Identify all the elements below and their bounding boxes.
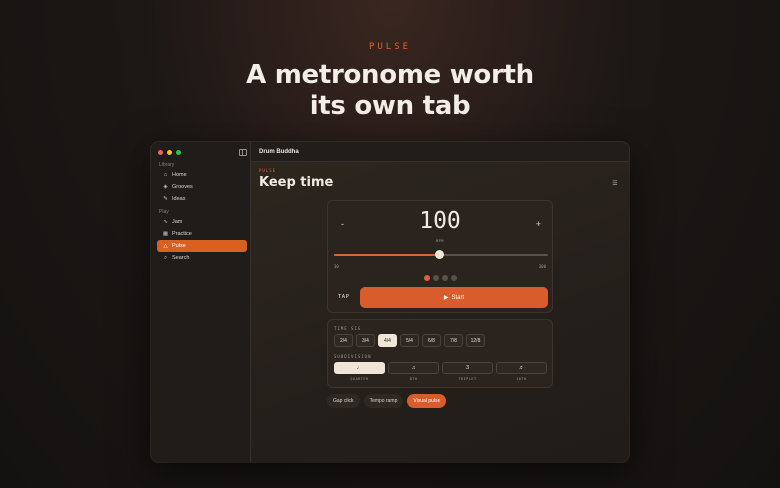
close-window-button[interactable]: [158, 150, 163, 155]
subdivision-options: ♩ ♫ 3 ♬: [334, 362, 547, 374]
time-sig-option[interactable]: 4/4: [378, 334, 397, 347]
sidebar-item-practice[interactable]: ▦ Practice: [157, 228, 247, 240]
time-sig-option[interactable]: 2/4: [334, 334, 353, 347]
subdivision-quarter-button[interactable]: ♩: [334, 362, 385, 374]
sidebar-section-label: Library: [159, 162, 175, 168]
page-eyebrow: PULSE: [259, 168, 277, 173]
sidebar-item-label: Practice: [172, 231, 192, 237]
tap-tempo-button[interactable]: TAP: [338, 294, 349, 300]
mode-visual-pulse-pill[interactable]: Visual pulse: [407, 394, 447, 408]
bpm-value: 100: [419, 208, 461, 234]
hero-eyebrow: PULSE: [368, 42, 412, 52]
bulb-icon: ✎: [163, 196, 168, 202]
start-button[interactable]: ▶ Start: [360, 287, 548, 308]
sidebar-item-pulse[interactable]: △ Pulse: [157, 240, 247, 252]
main-content: PULSE Keep time ☰ - 100 + BPM 30 300 TAP…: [251, 162, 629, 462]
sidebar-toggle-icon[interactable]: [239, 149, 247, 156]
beat-dot: [441, 275, 448, 281]
subdivision-8th-button[interactable]: ♫: [388, 362, 439, 374]
time-sig-option[interactable]: 6/8: [422, 334, 441, 347]
time-sig-option[interactable]: 7/8: [444, 334, 463, 347]
subdivision-triplet-button[interactable]: 3: [442, 362, 493, 374]
beat-indicator: [328, 275, 552, 281]
tempo-slider-thumb[interactable]: [434, 250, 444, 259]
sidebar-item-home[interactable]: ⌂ Home: [157, 169, 247, 181]
time-sig-option[interactable]: 3/4: [356, 334, 375, 347]
metronome-card: - 100 + BPM 30 300 TAP ▶ Start: [327, 200, 553, 313]
grid-icon: ▦: [162, 231, 169, 237]
sidebar-item-label: Jam: [172, 219, 183, 225]
sidebar-section-label: Play: [159, 209, 169, 215]
subdivision-label: TRIPLET: [458, 377, 477, 381]
start-label: Start: [451, 294, 465, 301]
time-sig-option[interactable]: 5/4: [400, 334, 419, 347]
page-title: Keep time: [259, 175, 334, 190]
bpm-unit-label: BPM: [436, 239, 444, 243]
sidebar-item-label: Search: [172, 255, 190, 261]
subdivision-label: 16TH: [516, 377, 527, 381]
sidebar-item-label: Home: [172, 172, 187, 178]
wave-icon: ∿: [163, 219, 168, 225]
sidebar-item-label: Grooves: [172, 184, 193, 190]
list-menu-icon[interactable]: ☰: [611, 180, 619, 188]
window-title: Drum Buddha: [259, 149, 299, 155]
zoom-window-button[interactable]: [176, 150, 181, 155]
mode-pills: Gap click Tempo ramp Visual pulse: [327, 394, 447, 408]
sidebar-item-grooves[interactable]: ◈ Grooves: [157, 181, 247, 193]
time-sig-options: 2/4 3/4 4/4 5/4 6/8 7/8 12/8: [334, 334, 485, 347]
headline-line-1: A metronome worth: [246, 60, 534, 90]
diamond-icon: ◈: [163, 184, 168, 190]
titlebar: Drum Buddha: [251, 142, 629, 162]
beat-dot: [423, 275, 430, 281]
tempo-min-label: 30: [334, 264, 339, 269]
beat-dot: [450, 275, 457, 281]
subdivision-16th-button[interactable]: ♬: [496, 362, 547, 374]
mode-gap-click-pill[interactable]: Gap click: [327, 394, 360, 408]
sidebar-item-jam[interactable]: ∿ Jam: [157, 216, 247, 228]
hero-headline: A metronome worth its own tab: [0, 60, 780, 122]
mode-tempo-ramp-pill[interactable]: Tempo ramp: [363, 394, 404, 408]
subdivision-label: QUARTER: [350, 377, 369, 381]
sidebar-item-label: Ideas: [172, 196, 186, 202]
subdivision-labels: QUARTER 8TH TRIPLET 16TH: [334, 377, 547, 381]
sidebar-item-ideas[interactable]: ✎ Ideas: [157, 193, 247, 205]
subdivision-label: 8TH: [409, 377, 418, 381]
metronome-icon: △: [163, 243, 168, 249]
time-sig-option[interactable]: 12/8: [466, 334, 485, 347]
play-icon: ▶: [443, 295, 449, 301]
beat-dot: [432, 275, 439, 281]
settings-card: TIME SIG 2/4 3/4 4/4 5/4 6/8 7/8 12/8 SUBDIVIS…: [327, 319, 553, 388]
app-window: Library ⌂ Home ◈ Grooves ✎ Ideas Play ∿ Jam ▦ Pract…: [151, 142, 629, 462]
home-icon: ⌂: [163, 172, 168, 178]
sidebar-item-search[interactable]: ⌕ Search: [157, 252, 247, 264]
subdivision-label: SUBDIVISION: [334, 354, 372, 359]
tempo-slider-fill: [334, 254, 440, 256]
sidebar: Library ⌂ Home ◈ Grooves ✎ Ideas Play ∿ Jam ▦ Pract…: [151, 142, 251, 462]
sidebar-item-label: Pulse: [172, 243, 186, 249]
window-controls: [158, 150, 181, 155]
time-sig-label: TIME SIG: [334, 326, 362, 331]
search-icon: ⌕: [163, 254, 168, 261]
headline-line-2: its own tab: [309, 91, 471, 121]
tempo-max-label: 300: [538, 264, 546, 269]
tempo-slider[interactable]: [334, 250, 548, 259]
increase-bpm-button[interactable]: +: [536, 219, 541, 229]
minimize-window-button[interactable]: [167, 150, 172, 155]
